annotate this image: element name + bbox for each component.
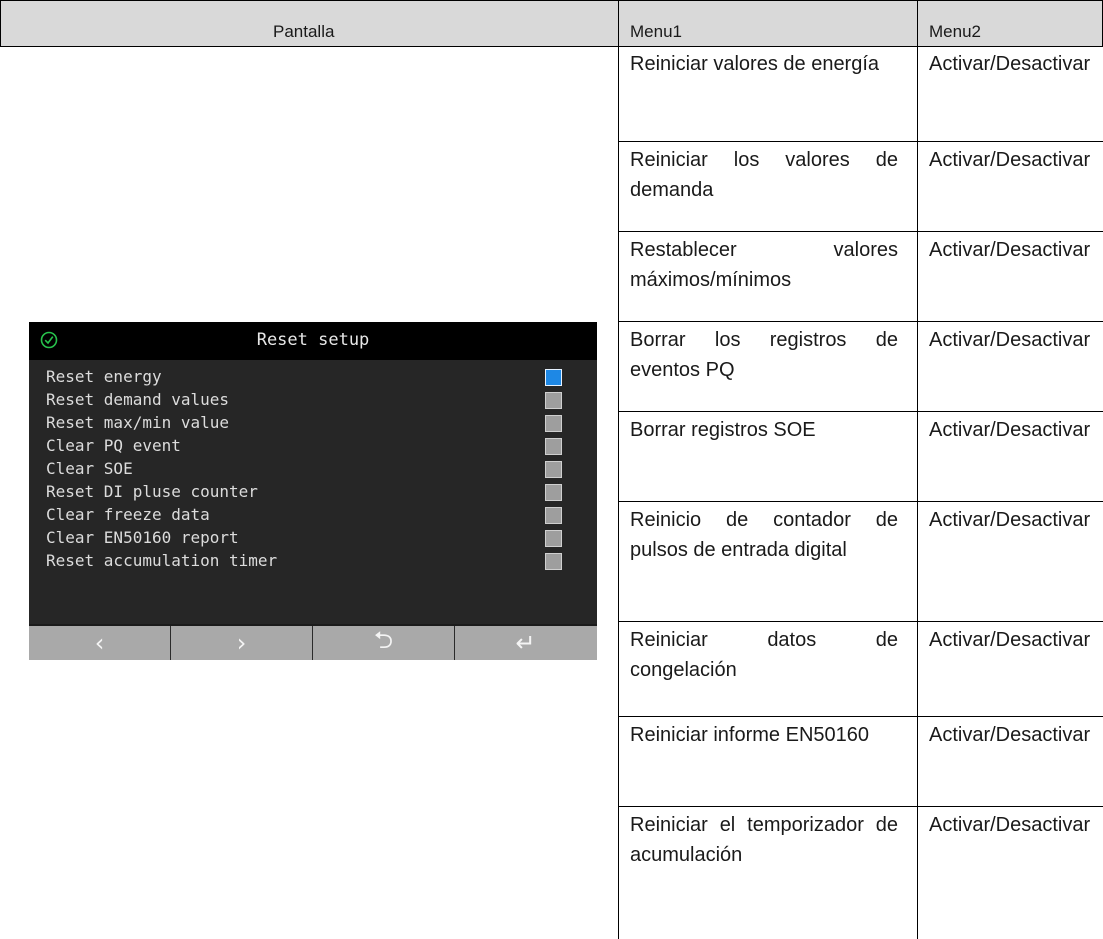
header-pantalla: Pantalla bbox=[273, 22, 335, 41]
grid-line bbox=[618, 321, 1103, 322]
enter-button[interactable]: ↵ bbox=[455, 626, 596, 660]
menu2-cell: Activar/Desactivar bbox=[929, 149, 1091, 171]
reset-options-list: Reset energy Reset demand values Reset m… bbox=[29, 360, 597, 624]
menu1-cell: Borrar registros SOE bbox=[630, 419, 816, 441]
device-screen: Reset setup Reset energy Reset demand va… bbox=[29, 322, 597, 660]
list-item[interactable]: Reset energy bbox=[29, 366, 597, 389]
grid-line bbox=[618, 716, 1103, 717]
menu1-cell: Restablecer valores máximos/mínimos bbox=[630, 239, 898, 291]
grid-line bbox=[0, 46, 1103, 47]
menu2-cell: Activar/Desactivar bbox=[929, 509, 1091, 531]
header-menu1: Menu1 bbox=[630, 22, 682, 41]
grid-line bbox=[618, 411, 1103, 412]
menu2-cell: Activar/Desactivar bbox=[929, 419, 1091, 441]
back-arrow-icon: ⮌ bbox=[373, 625, 394, 654]
option-label: Clear EN50160 report bbox=[46, 528, 239, 547]
menu1-cell: Reiniciar el temporizador de acumulación bbox=[630, 814, 898, 866]
screen-title: Reset setup bbox=[256, 330, 370, 350]
option-checkbox[interactable] bbox=[545, 369, 562, 386]
menu1-cell: Reiniciar los valores de demanda bbox=[630, 149, 898, 201]
menu2-cell: Activar/Desactivar bbox=[929, 239, 1091, 261]
enter-icon: ↵ bbox=[515, 629, 536, 657]
grid-line bbox=[0, 0, 1103, 1]
option-checkbox[interactable] bbox=[545, 392, 562, 409]
option-label: Reset energy bbox=[46, 367, 162, 386]
menu1-cell: Reiniciar valores de energía bbox=[630, 53, 880, 75]
option-label: Reset DI pluse counter bbox=[46, 482, 258, 501]
menu1-cell: Reiniciar datos de congelación bbox=[630, 629, 898, 681]
prev-button[interactable]: ‹ bbox=[29, 626, 170, 660]
menu1-cell: Reinicio de contador de pulsos de entrad… bbox=[630, 509, 898, 561]
chevron-right-icon: › bbox=[236, 629, 247, 657]
menu2-cell: Activar/Desactivar bbox=[929, 724, 1091, 746]
list-item[interactable]: Clear PQ event bbox=[29, 435, 597, 458]
chevron-left-icon: ‹ bbox=[94, 629, 105, 657]
back-button[interactable]: ⮌ bbox=[313, 626, 454, 660]
grid-line bbox=[618, 141, 1103, 142]
option-checkbox[interactable] bbox=[545, 553, 562, 570]
option-checkbox[interactable] bbox=[545, 438, 562, 455]
menu1-cell: Borrar los registros de eventos PQ bbox=[630, 329, 898, 381]
list-item[interactable]: Clear freeze data bbox=[29, 504, 597, 527]
option-label: Clear SOE bbox=[46, 459, 133, 478]
list-item[interactable]: Reset max/min value bbox=[29, 412, 597, 435]
option-checkbox[interactable] bbox=[545, 484, 562, 501]
list-item[interactable]: Reset DI pluse counter bbox=[29, 481, 597, 504]
menu1-cell: Reiniciar informe EN50160 bbox=[630, 724, 870, 746]
option-checkbox[interactable] bbox=[545, 530, 562, 547]
screen-nav-bar: ‹ › ⮌ ↵ bbox=[29, 626, 597, 660]
screen-title-bar: Reset setup bbox=[29, 322, 597, 360]
option-checkbox[interactable] bbox=[545, 507, 562, 524]
header-menu2: Menu2 bbox=[929, 22, 981, 41]
list-item[interactable]: Clear SOE bbox=[29, 458, 597, 481]
option-label: Clear freeze data bbox=[46, 505, 210, 524]
menu2-cell: Activar/Desactivar bbox=[929, 814, 1091, 836]
menu2-cell: Activar/Desactivar bbox=[929, 629, 1091, 651]
menu2-cell: Activar/Desactivar bbox=[929, 53, 1091, 75]
grid-line bbox=[618, 231, 1103, 232]
next-button[interactable]: › bbox=[171, 626, 312, 660]
option-label: Clear PQ event bbox=[46, 436, 181, 455]
grid-line bbox=[0, 0, 1, 46]
grid-line bbox=[618, 806, 1103, 807]
option-label: Reset accumulation timer bbox=[46, 551, 278, 570]
option-checkbox[interactable] bbox=[545, 415, 562, 432]
option-checkbox[interactable] bbox=[545, 461, 562, 478]
list-item[interactable]: Reset accumulation timer bbox=[29, 550, 597, 573]
menu2-cell: Activar/Desactivar bbox=[929, 329, 1091, 351]
list-item[interactable]: Clear EN50160 report bbox=[29, 527, 597, 550]
list-item[interactable]: Reset demand values bbox=[29, 389, 597, 412]
grid-line bbox=[618, 621, 1103, 622]
option-label: Reset demand values bbox=[46, 390, 230, 409]
option-label: Reset max/min value bbox=[46, 413, 230, 432]
grid-line bbox=[618, 501, 1103, 502]
